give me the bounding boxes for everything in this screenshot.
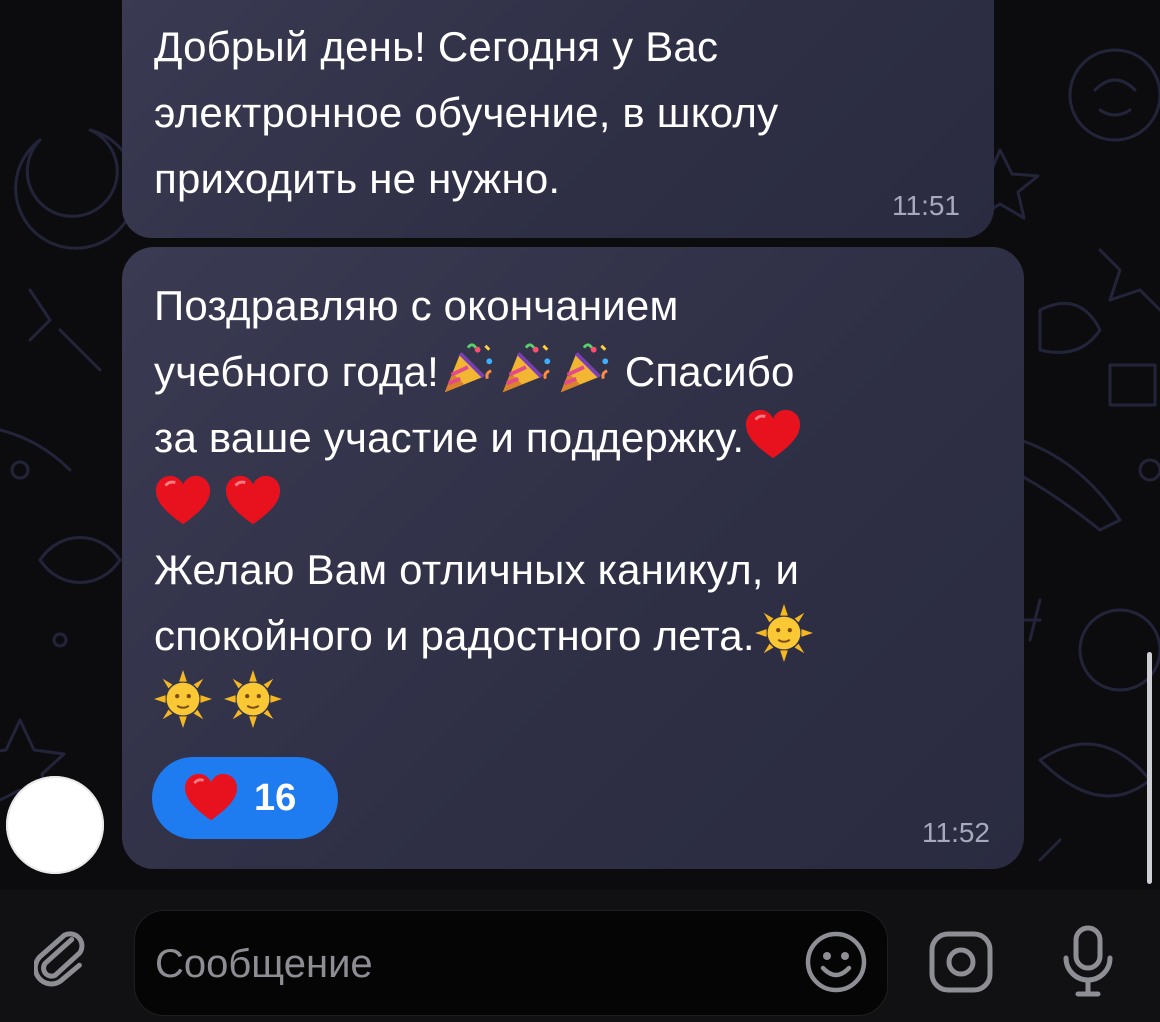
sender-avatar[interactable] [6, 776, 104, 874]
message-line: Желаю Вам отличных каникул, и [154, 546, 800, 593]
smiley-icon[interactable] [804, 930, 868, 994]
message-composer [0, 890, 1160, 1022]
message-text: Добрый день! Сегодня у Вас электронное о… [154, 23, 791, 202]
party-popper-icon [560, 343, 609, 393]
red-heart-icon [185, 773, 237, 821]
red-heart-icon [155, 475, 211, 525]
message-time: 11:52 [922, 817, 990, 848]
microphone-icon[interactable] [1058, 924, 1118, 1000]
red-heart-icon [225, 475, 280, 525]
chat-screen: Добрый день! Сегодня у Вас электронное о… [0, 0, 1160, 1022]
message-bubble[interactable]: Добрый день! Сегодня у Вас электронное о… [122, 0, 994, 238]
message-line: учебного года! [154, 348, 439, 395]
message-input[interactable] [153, 933, 797, 995]
reaction-count: 16 [254, 776, 297, 819]
red-heart-icon [746, 409, 801, 459]
sun-with-face-icon [223, 670, 282, 728]
message-bubble[interactable]: Поздравляю с окончанием учебного года! Сп… [122, 247, 1024, 869]
message-line: Спасибо [612, 348, 795, 395]
message-line: за ваше участие и поддержку. [154, 414, 745, 461]
message-input-container[interactable] [134, 910, 888, 1016]
scrollbar[interactable] [1147, 652, 1152, 884]
camera-icon[interactable] [928, 930, 994, 994]
sun-with-face-icon [754, 604, 813, 662]
party-popper-icon [444, 343, 493, 393]
message-time: 11:51 [892, 190, 960, 221]
paperclip-icon[interactable] [34, 930, 88, 990]
sun-with-face-icon [154, 670, 212, 728]
party-popper-icon [502, 343, 551, 393]
message-line: Поздравляю с окончанием [154, 282, 679, 329]
message-text: Поздравляю с окончанием учебного года! Сп… [154, 273, 1014, 735]
reaction-chip[interactable]: 16 [152, 757, 338, 839]
message-line: спокойного и радостного лета. [154, 612, 755, 659]
